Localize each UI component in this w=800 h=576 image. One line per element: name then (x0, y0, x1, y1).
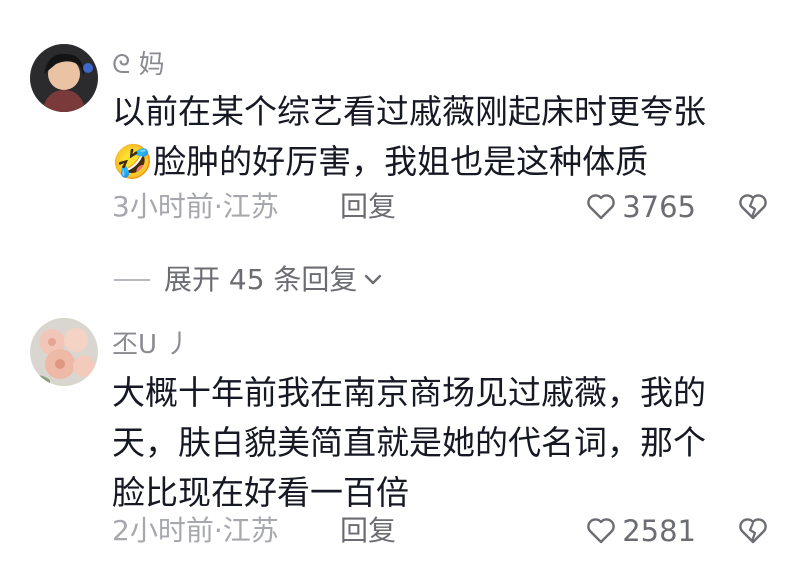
heart-outline-icon (587, 194, 615, 220)
avatar-image (30, 318, 98, 386)
comment-2-line-3: 脸比现在好看一百倍 (112, 473, 409, 512)
comment-2-like-count: 2581 (622, 514, 696, 548)
comment-2-line-2: 天，肤白貌美简直就是她的代名词，那个 (112, 423, 706, 462)
expand-replies-button[interactable]: 展开 45 条回复 (114, 263, 383, 297)
avatar-comment-2[interactable] (30, 318, 98, 386)
comment-1-reply-button[interactable]: 回复 (340, 190, 396, 224)
broken-heart-icon (739, 194, 767, 220)
avatar-comment-1[interactable] (30, 44, 98, 112)
broken-heart-icon (739, 518, 767, 544)
comment-1-dislike-button[interactable] (738, 193, 768, 225)
avatar-image (30, 44, 98, 112)
comment-1-username[interactable]: ᘓ 妈 (112, 50, 165, 80)
expand-replies-label: 展开 45 条回复 (164, 263, 358, 296)
comment-1-line-2-text: 脸肿的好厉害，我姐也是这种体质 (153, 142, 649, 181)
comment-2-like-button[interactable]: 2581 (586, 514, 696, 548)
chevron-down-icon (365, 274, 382, 285)
comment-2-reply-button[interactable]: 回复 (340, 514, 396, 548)
comment-2-meta: 2小时前·江苏 (112, 514, 279, 547)
comment-2-dislike-button[interactable] (738, 517, 768, 549)
comment-1-like-button[interactable]: 3765 (586, 190, 696, 224)
heart-outline-icon (587, 518, 615, 544)
comment-2-username[interactable]: 丕U 丿 (112, 330, 191, 360)
comment-1-like-count: 3765 (622, 190, 696, 224)
comment-2-text: 大概十年前我在南京商场见过戚薇，我的 天，肤白貌美简直就是她的代名词，那个 脸比… (112, 368, 772, 518)
expand-divider (114, 279, 150, 281)
comment-1-meta: 3小时前·江苏 (112, 190, 279, 223)
comment-1-text: 以前在某个综艺看过戚薇刚起床时更夸张 🤣脸肿的好厉害，我姐也是这种体质 (112, 87, 772, 187)
comment-2-line-1: 大概十年前我在南京商场见过戚薇，我的 (112, 373, 706, 412)
laughing-emoji-icon: 🤣 (112, 142, 154, 181)
comment-1-line-2: 🤣脸肿的好厉害，我姐也是这种体质 (112, 137, 772, 187)
comment-1-line-1: 以前在某个综艺看过戚薇刚起床时更夸张 (112, 92, 706, 131)
